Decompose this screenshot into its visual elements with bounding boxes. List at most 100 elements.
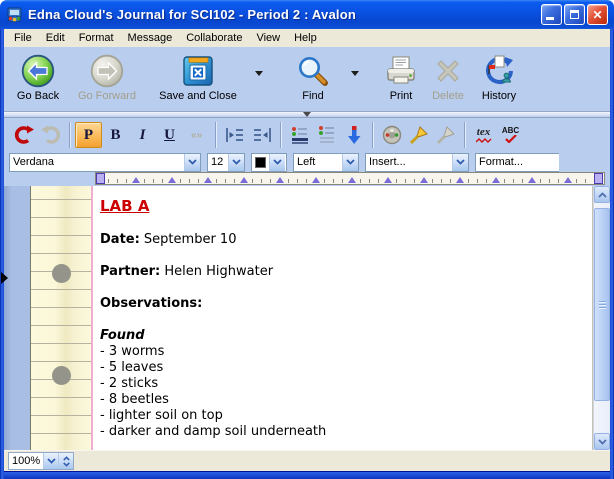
tab-stop-marker[interactable]: [564, 177, 572, 183]
chevron-down-icon[interactable]: [342, 154, 358, 171]
find-icon: [295, 53, 331, 89]
find-label: Find: [302, 90, 323, 102]
window-frame-right: [610, 29, 614, 479]
indent-decrease-button[interactable]: [248, 122, 275, 148]
tab-stop-marker[interactable]: [132, 177, 140, 183]
left-indent-marker[interactable]: [96, 173, 105, 184]
tab-stop-marker[interactable]: [528, 177, 536, 183]
tab-stop-marker[interactable]: [492, 177, 500, 183]
list-options-button[interactable]: [286, 122, 313, 148]
chevron-down-icon[interactable]: [269, 154, 285, 171]
window-frame-bottom: [0, 471, 614, 479]
sidebar-expand-arrow[interactable]: [1, 272, 8, 284]
sidebar-gutter[interactable]: [4, 186, 30, 450]
tab-stop-marker[interactable]: [456, 177, 464, 183]
zoom-dropdown-button[interactable]: [43, 453, 58, 469]
go-back-button[interactable]: Go Back: [12, 51, 64, 102]
indent-increase-button[interactable]: [221, 122, 248, 148]
highlighter-button[interactable]: [405, 122, 432, 148]
redo-button: [37, 122, 64, 148]
spellcheck-button[interactable]: ABC: [497, 122, 524, 148]
history-button[interactable]: History: [472, 51, 526, 102]
title-bar[interactable]: Edna Cloud's Journal for SCI102 - Period…: [0, 0, 614, 29]
notebook-margin: [31, 186, 91, 450]
format-value: Format...: [476, 156, 559, 168]
font-select[interactable]: Verdana: [9, 153, 201, 172]
date-line: Date: September 10: [100, 232, 586, 248]
tab-stop-marker[interactable]: [204, 177, 212, 183]
save-and-close-button[interactable]: Save and Close: [150, 51, 246, 102]
save-and-close-dropdown[interactable]: [246, 71, 272, 76]
menu-collaborate[interactable]: Collaborate: [180, 30, 250, 46]
align-select[interactable]: Left: [293, 153, 359, 172]
list-options-icon: [289, 124, 311, 146]
font-value: Verdana: [10, 156, 184, 168]
tab-stop-marker[interactable]: [384, 177, 392, 183]
ruler-strip[interactable]: [95, 172, 605, 185]
zoom-control[interactable]: 100%: [8, 452, 74, 470]
toolbar-separator: [69, 122, 70, 148]
find-dropdown[interactable]: [342, 71, 368, 76]
menu-help[interactable]: Help: [288, 30, 325, 46]
tab-stop-marker[interactable]: [168, 177, 176, 183]
quotes-button: «»: [183, 122, 210, 148]
chevron-down-icon[interactable]: [228, 154, 244, 171]
print-button[interactable]: Print: [378, 51, 424, 102]
menu-file[interactable]: File: [8, 30, 40, 46]
list-item: - 5 leaves: [100, 360, 586, 376]
toolbar-splitter[interactable]: [4, 111, 610, 118]
menu-message[interactable]: Message: [122, 30, 181, 46]
menu-format[interactable]: Format: [73, 30, 122, 46]
move-down-button[interactable]: [340, 122, 367, 148]
vertical-scrollbar[interactable]: [593, 186, 610, 450]
chevron-down-icon[interactable]: [184, 154, 200, 171]
menu-view[interactable]: View: [250, 30, 288, 46]
maximize-button[interactable]: [564, 4, 585, 25]
bold-button[interactable]: B: [102, 122, 129, 148]
format-select[interactable]: Format...: [475, 153, 559, 172]
close-button[interactable]: ✕: [587, 4, 608, 25]
delete-label: Delete: [432, 90, 464, 102]
find-button[interactable]: Find: [284, 51, 342, 102]
line-spacing-icon: [316, 124, 338, 146]
status-bar: 100%: [4, 450, 610, 471]
tab-stop-marker[interactable]: [276, 177, 284, 183]
line-spacing-button[interactable]: [313, 122, 340, 148]
insert-value: Insert...: [366, 156, 452, 168]
zoom-spinner[interactable]: [58, 453, 73, 469]
tab-stop-marker[interactable]: [348, 177, 356, 183]
scroll-down-button[interactable]: [594, 433, 610, 450]
save-and-close-icon: [180, 53, 216, 89]
journal-page[interactable]: LAB A Date: September 10 Partner: Helen …: [93, 186, 592, 450]
chevron-down-icon[interactable]: [452, 154, 468, 171]
tab-stop-marker[interactable]: [420, 177, 428, 183]
format-painter-button: [432, 122, 459, 148]
font-size-select[interactable]: 12: [207, 153, 245, 172]
list-item: - darker and damp soil underneath: [100, 424, 586, 440]
italic-button[interactable]: I: [129, 122, 156, 148]
toolbar-separator: [280, 122, 281, 148]
font-color-select[interactable]: [251, 153, 287, 172]
save-and-close-label: Save and Close: [159, 90, 237, 102]
go-forward-label: Go Forward: [78, 90, 136, 102]
combo-toolbar: Verdana 12 Left Insert...: [4, 152, 610, 172]
right-indent-marker[interactable]: [594, 173, 603, 184]
paragraph-style-button[interactable]: P: [75, 122, 102, 148]
toolbar-separator: [215, 122, 216, 148]
tab-stop-marker[interactable]: [240, 177, 248, 183]
menu-edit[interactable]: Edit: [40, 30, 73, 46]
thesaurus-icon: tex: [476, 127, 492, 143]
thesaurus-button[interactable]: tex: [470, 122, 497, 148]
delete-button: Delete: [424, 51, 472, 102]
scrollbar-thumb[interactable]: [594, 208, 610, 401]
indent-increase-icon: [224, 124, 246, 146]
underline-button[interactable]: U: [156, 122, 183, 148]
journal-text[interactable]: LAB A Date: September 10 Partner: Helen …: [100, 198, 586, 440]
insert-select[interactable]: Insert...: [365, 153, 469, 172]
minimize-button[interactable]: [541, 4, 562, 25]
chevron-up-icon: [598, 192, 607, 198]
document-area: LAB A Date: September 10 Partner: Helen …: [4, 186, 610, 450]
tab-stop-marker[interactable]: [312, 177, 320, 183]
scroll-up-button[interactable]: [594, 186, 610, 203]
undo-button[interactable]: [10, 122, 37, 148]
